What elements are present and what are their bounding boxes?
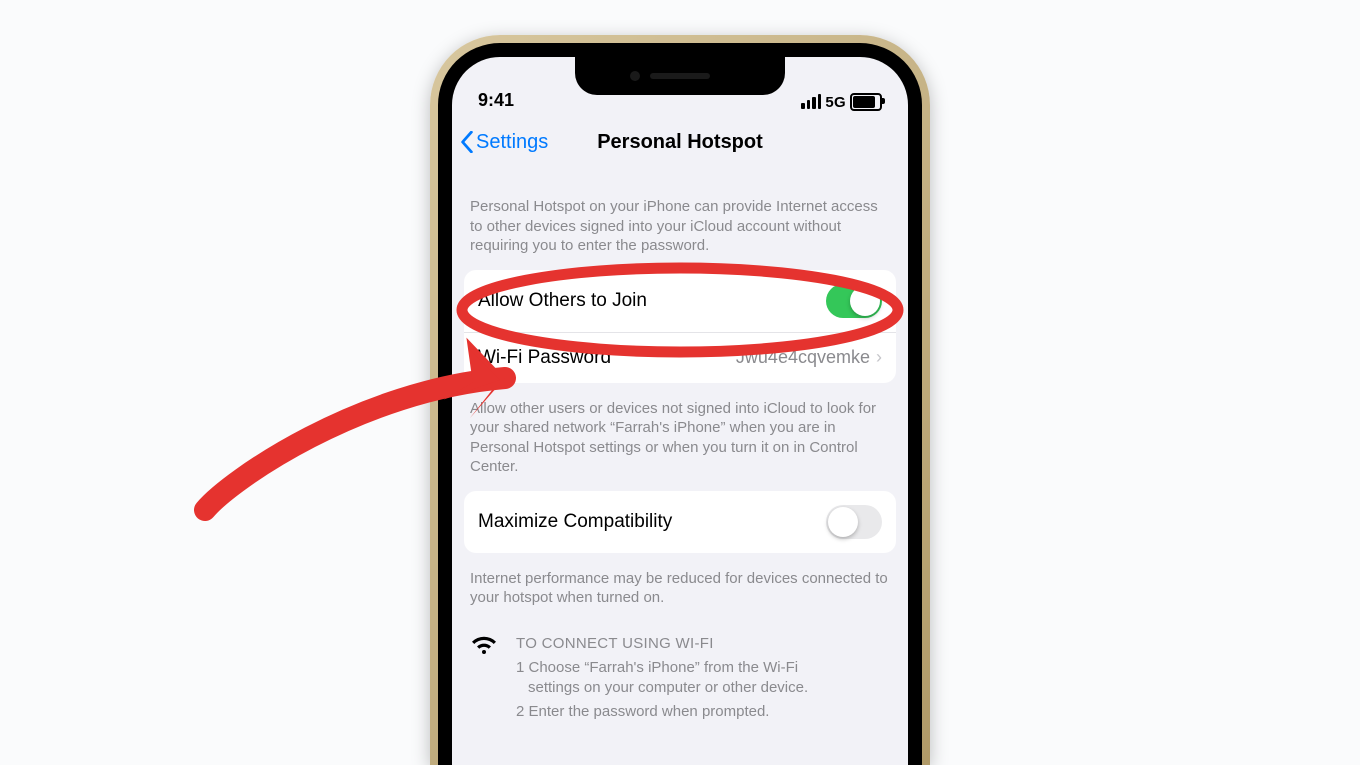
chevron-right-icon: › xyxy=(876,347,882,368)
wifi-icon xyxy=(470,634,498,723)
compat-section: Maximize Compatibility xyxy=(464,491,896,553)
status-time: 9:41 xyxy=(478,90,514,111)
allow-others-toggle[interactable] xyxy=(826,284,882,318)
connect-instructions: TO CONNECT USING WI-FI 1 Choose “Farrah'… xyxy=(452,616,908,723)
instructions-title: TO CONNECT USING WI-FI xyxy=(516,634,808,654)
wifi-password-label: Wi-Fi Password xyxy=(478,347,611,369)
nav-bar: Settings Personal Hotspot xyxy=(452,117,908,167)
allow-others-label: Allow Others to Join xyxy=(478,290,647,312)
instructions-step-1b: settings on your computer or other devic… xyxy=(516,678,808,698)
wifi-password-value: Jwu4e4cqvemke xyxy=(736,347,876,368)
allow-others-note: Allow other users or devices not signed … xyxy=(452,389,908,485)
hotspot-section: Allow Others to Join Wi-Fi Password Jwu4… xyxy=(464,270,896,383)
compat-note: Internet performance may be reduced for … xyxy=(452,559,908,616)
phone-screen: 9:41 5G Settings Personal Hotspot xyxy=(452,57,908,765)
intro-note: Personal Hotspot on your iPhone can prov… xyxy=(452,167,908,264)
network-type-label: 5G xyxy=(825,94,846,111)
phone-frame: 9:41 5G Settings Personal Hotspot xyxy=(430,35,930,765)
phone-notch xyxy=(575,57,785,95)
maximize-compat-row[interactable]: Maximize Compatibility xyxy=(464,491,896,553)
instructions-step-2: 2 Enter the password when prompted. xyxy=(516,702,808,722)
back-label: Settings xyxy=(476,131,548,154)
back-button[interactable]: Settings xyxy=(460,131,548,154)
allow-others-row[interactable]: Allow Others to Join xyxy=(464,270,896,332)
wifi-password-row[interactable]: Wi-Fi Password Jwu4e4cqvemke › xyxy=(464,332,896,383)
maximize-compat-label: Maximize Compatibility xyxy=(478,511,672,533)
battery-icon xyxy=(850,93,882,111)
cellular-signal-icon xyxy=(801,94,821,111)
instructions-step-1a: 1 Choose “Farrah's iPhone” from the Wi-F… xyxy=(516,658,808,678)
maximize-compat-toggle[interactable] xyxy=(826,505,882,539)
chevron-left-icon xyxy=(460,131,474,153)
